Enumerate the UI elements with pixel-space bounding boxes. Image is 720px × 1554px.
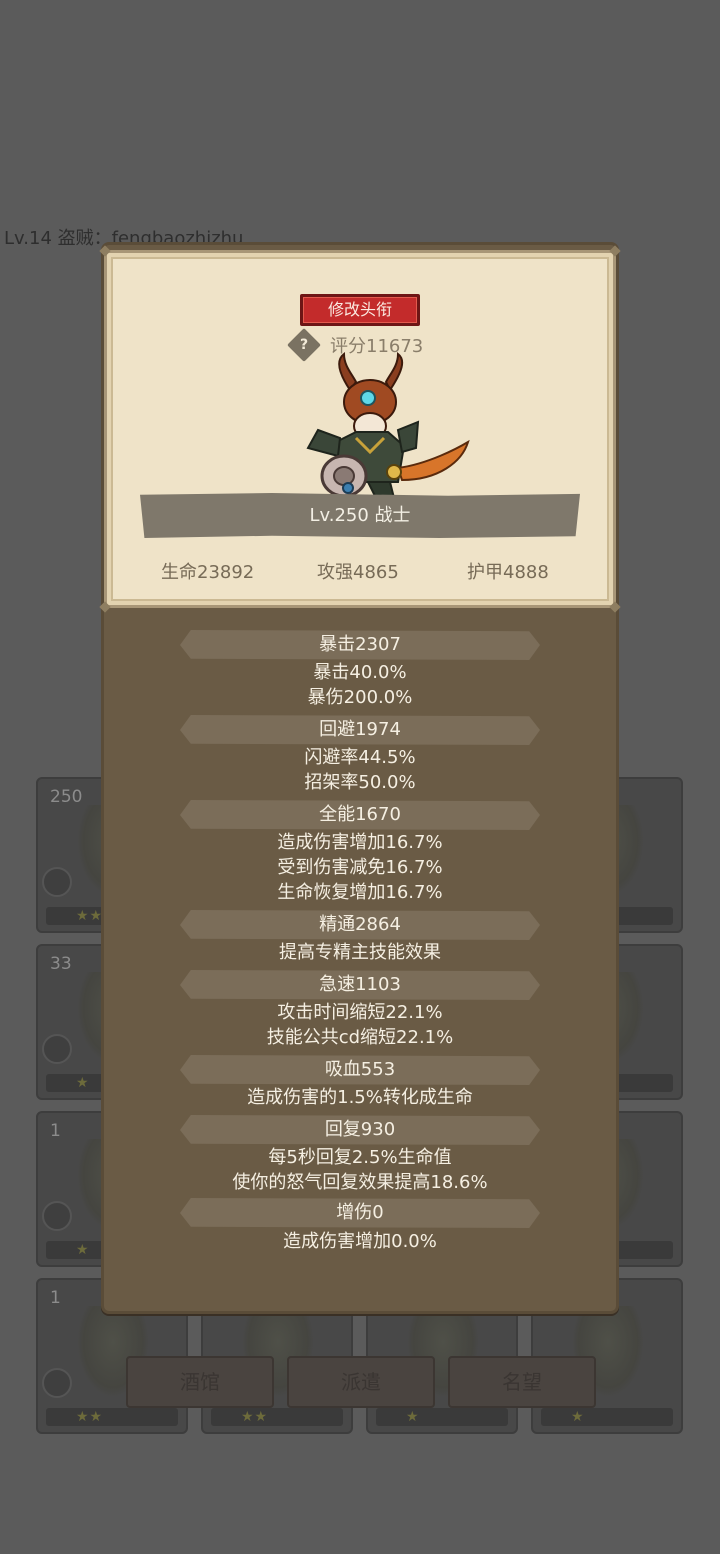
hero-card-orb-icon	[42, 1034, 72, 1064]
versatility-section-title: 全能1670	[180, 800, 540, 830]
recovery-section-title: 回复930	[180, 1115, 540, 1145]
hero-card-orb-icon	[42, 867, 72, 897]
hero-card-orb-icon	[42, 1201, 72, 1231]
armor-stat: 护甲4888	[467, 562, 549, 583]
warrior-hero-portrait	[306, 352, 470, 499]
damage-bonus-line: 造成伤害增加0.0%	[283, 1231, 437, 1252]
hero-card-stars: ★	[376, 1408, 508, 1426]
edit-title-button[interactable]: 修改头衔	[300, 294, 420, 326]
hero-card-stars: ★★	[46, 1408, 178, 1426]
versatility-line: 造成伤害增加16.7%	[277, 832, 443, 853]
avoidance-section-title: 回避1974	[180, 715, 540, 745]
tab-reputation[interactable]: 名望	[448, 1356, 596, 1408]
dodge-rate-line: 闪避率44.5%	[304, 747, 416, 768]
hero-card-level: 33	[50, 954, 72, 974]
crit-section-title: 暴击2307	[180, 630, 540, 660]
mastery-section-title: 精通2864	[180, 910, 540, 940]
versatility-line: 受到伤害减免16.7%	[277, 857, 443, 878]
crit-damage-line: 暴伤200.0%	[307, 687, 413, 708]
recovery-line: 每5秒回复2.5%生命值	[268, 1147, 452, 1168]
bottom-tab-bar: 酒馆 派遣 名望	[126, 1356, 596, 1408]
hero-card-stars: ★★	[211, 1408, 343, 1426]
versatility-line: 生命恢复增加16.7%	[277, 882, 443, 903]
haste-section-title: 急速1103	[180, 970, 540, 1000]
leech-section-title: 吸血553	[180, 1055, 540, 1085]
hero-card-level: 1	[50, 1288, 61, 1308]
hp-stat: 生命23892	[161, 562, 255, 583]
hero-card-level: 250	[50, 787, 83, 807]
tab-tavern[interactable]: 酒馆	[126, 1356, 274, 1408]
crit-rate-line: 暴击40.0%	[313, 662, 407, 683]
haste-line: 技能公共cd缩短22.1%	[266, 1027, 454, 1048]
damage-bonus-section-title: 增伤0	[180, 1198, 540, 1228]
attack-stat: 攻强4865	[317, 562, 399, 583]
leech-line: 造成伤害的1.5%转化成生命	[247, 1087, 473, 1108]
hero-card-level: 1	[50, 1121, 61, 1141]
tab-dispatch[interactable]: 派遣	[287, 1356, 435, 1408]
recovery-line: 使你的怒气回复效果提高18.6%	[232, 1172, 488, 1193]
haste-line: 攻击时间缩短22.1%	[277, 1002, 443, 1023]
parry-rate-line: 招架率50.0%	[304, 772, 416, 793]
hero-level-class-banner: Lv.250 战士	[140, 493, 580, 538]
hero-card-stars: ★	[541, 1408, 673, 1426]
hero-card-orb-icon	[42, 1368, 72, 1398]
mastery-line: 提高专精主技能效果	[279, 942, 441, 963]
